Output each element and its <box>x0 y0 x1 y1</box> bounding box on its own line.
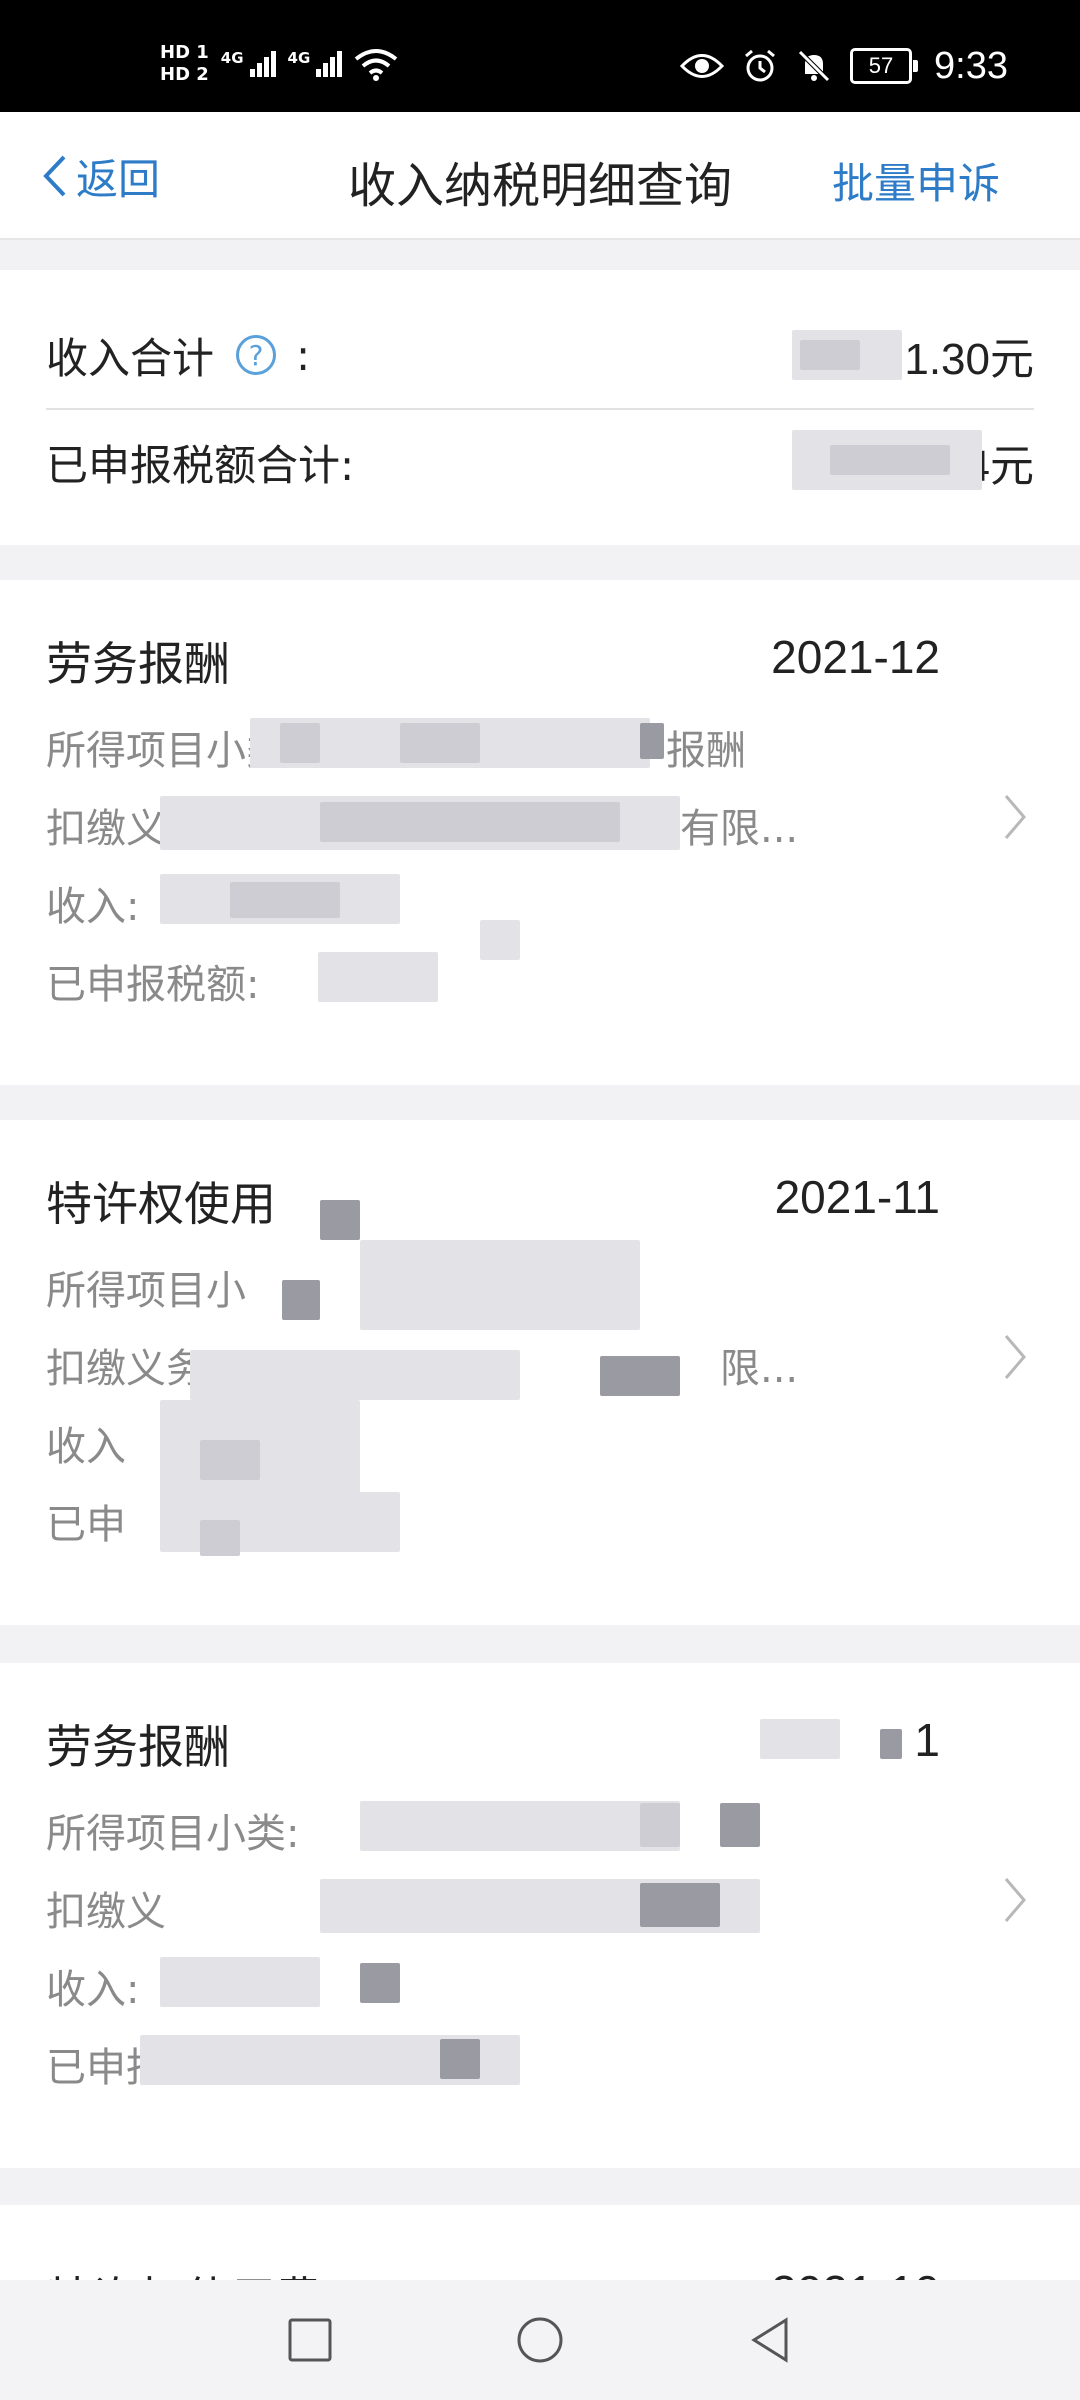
record-withholder-tail: 限... <box>720 1346 799 1392</box>
redaction-mask <box>360 1963 400 2003</box>
redaction-mask <box>400 723 480 763</box>
redaction-mask <box>880 1729 902 1759</box>
record-income: 收入: <box>46 884 140 930</box>
record-income: 收入: <box>46 1967 140 2013</box>
income-total-colon: : <box>296 330 311 380</box>
record-date: 2021-10 <box>771 2265 940 2280</box>
record-subcategory-tail: 报酬 <box>666 728 746 774</box>
record-tax: 已申报税额: <box>46 962 260 1008</box>
alarm-icon <box>745 49 775 82</box>
status-right: 57 9:33 <box>680 40 1008 92</box>
record-item[interactable]: 劳务报酬 2021-12 所得项目小类 报酬 扣缴义务 有限... 收入: 已申… <box>0 580 1080 1085</box>
hd-indicator: HD 1 HD 2 <box>160 44 209 84</box>
record-date: 1 <box>914 1714 940 1766</box>
redaction-mask <box>280 723 320 763</box>
tax-total-label: 已申报税额合计: <box>46 440 355 490</box>
record-withholder-tail: 有限... <box>680 806 799 852</box>
redaction-mask <box>160 1400 360 1500</box>
record-withholder: 扣缴义务 <box>46 1346 206 1392</box>
square-icon <box>288 2318 332 2362</box>
status-bar: HD 1 HD 2 4G 4G 57 9:33 <box>0 0 1080 112</box>
redaction-mask <box>282 1280 320 1320</box>
signal-icon: 4G <box>288 51 343 77</box>
redaction-mask <box>360 1240 640 1330</box>
recent-apps-button[interactable] <box>250 2280 370 2400</box>
chevron-right-icon <box>1004 1335 1026 1379</box>
record-item-partial[interactable]: 特许权使用费 2021-10 <box>0 2205 1080 2280</box>
redaction-mask <box>830 445 950 475</box>
record-date: 2021-12 <box>771 631 940 683</box>
redaction-mask <box>640 1803 680 1847</box>
record-tax: 已申 <box>46 1502 126 1548</box>
redaction-mask <box>200 1520 240 1556</box>
redaction-mask <box>160 1957 320 2007</box>
hd2-label: HD 2 <box>160 64 209 85</box>
redaction-mask <box>720 1803 760 1847</box>
home-button[interactable] <box>480 2280 600 2400</box>
record-subcategory: 所得项目小 <box>46 1268 246 1314</box>
mute-bell-icon <box>798 50 830 82</box>
redaction-mask <box>320 1200 360 1240</box>
eye-icon <box>680 54 725 78</box>
redaction-mask <box>320 802 620 842</box>
chevron-right-icon <box>1004 795 1026 839</box>
redaction-mask <box>360 1801 680 1851</box>
record-title: 特许权使用费 <box>46 2263 322 2280</box>
redaction-mask <box>760 1719 840 1759</box>
redaction-mask <box>440 2039 480 2079</box>
redaction-mask <box>200 1440 260 1480</box>
circle-icon <box>517 2317 563 2363</box>
batch-appeal-button[interactable]: 批量申诉 <box>832 150 1000 211</box>
battery-icon: 57 <box>850 48 919 84</box>
record-withholder: 扣缴义 <box>46 1889 166 1935</box>
record-title: 劳务报酬 <box>46 1720 230 1774</box>
record-item[interactable]: 特许权使用 2021-11 所得项目小 扣缴义务 限... 收入 已申 <box>0 1120 1080 1625</box>
summary-card: 收入合计 ? : 1.30元 已申报税额合计: 4元 <box>0 270 1080 545</box>
redaction-mask <box>800 340 860 370</box>
redaction-mask <box>230 882 340 918</box>
redaction-mask <box>640 1883 720 1927</box>
redaction-mask <box>600 1356 680 1396</box>
hd1-label: HD 1 <box>160 42 209 63</box>
record-income: 收入 <box>46 1424 126 1470</box>
clock-time: 9:33 <box>934 44 1008 87</box>
wifi-icon <box>355 49 398 81</box>
income-total-value: 1.30元 <box>904 335 1034 384</box>
status-left: HD 1 HD 2 4G 4G <box>160 34 398 94</box>
redaction-mask <box>190 1350 520 1400</box>
redaction-mask <box>160 1492 400 1552</box>
redaction-mask <box>640 723 664 759</box>
nav-bar: 返回 收入纳税明细查询 批量申诉 <box>0 112 1080 240</box>
redaction-mask <box>318 952 438 1002</box>
record-item[interactable]: 劳务报酬 1 所得项目小类: 扣缴义 收入: 已申报 <box>0 1663 1080 2168</box>
income-total-label: 收入合计 <box>46 333 215 383</box>
chevron-right-icon <box>1004 1878 1026 1922</box>
summary-divider <box>46 408 1034 410</box>
help-icon[interactable]: ? <box>236 335 277 375</box>
signal-icon: 4G <box>221 51 276 77</box>
redaction-mask <box>480 920 520 960</box>
record-title: 劳务报酬 <box>46 637 230 691</box>
record-title: 特许权使用 <box>46 1177 276 1231</box>
record-date: 2021-11 <box>774 1171 940 1223</box>
network-type: 4G <box>287 49 311 67</box>
record-subcategory: 所得项目小类: <box>46 1811 300 1857</box>
triangle-back-icon <box>751 2317 788 2363</box>
network-type: 4G <box>220 49 244 67</box>
system-nav-bar <box>0 2280 1080 2400</box>
back-nav-button[interactable] <box>710 2280 830 2400</box>
